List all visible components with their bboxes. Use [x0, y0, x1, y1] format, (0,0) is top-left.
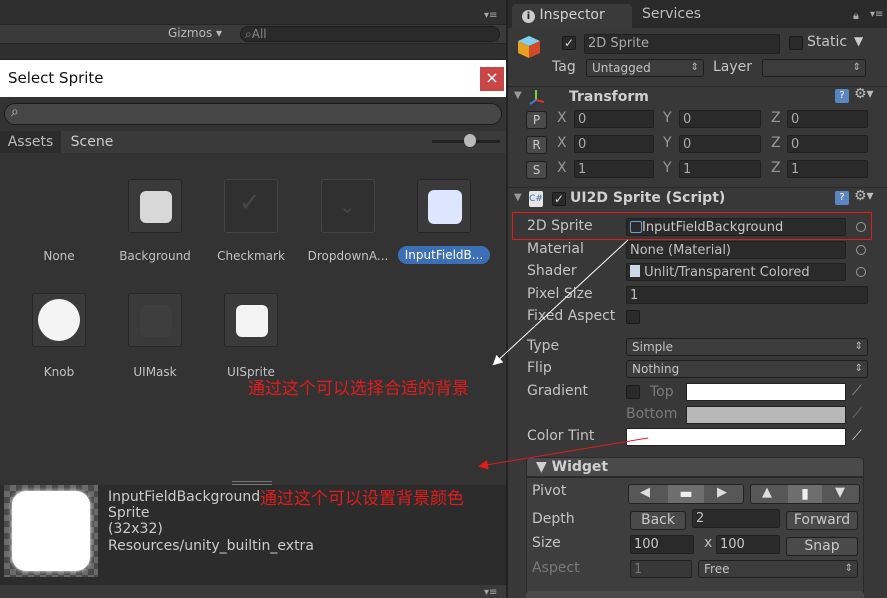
arrow-to-picker: [492, 239, 629, 366]
arrow-to-color: [478, 437, 649, 470]
annotation-choose-background: 通过这个可以选择合适的背景: [248, 379, 469, 399]
annotation-set-color: 通过这个可以设置背景颜色: [260, 489, 464, 509]
